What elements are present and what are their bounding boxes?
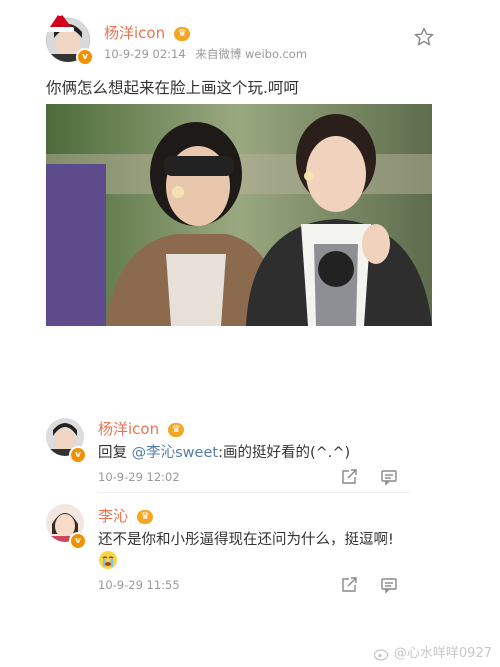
author-name[interactable]: 杨洋icon xyxy=(104,24,165,42)
watermark-text: @心水咩咩0927 xyxy=(393,646,492,661)
verified-icon: v xyxy=(69,532,87,550)
post-source[interactable]: 来自微博 weibo.com xyxy=(195,47,307,61)
weibo-logo-icon xyxy=(373,647,390,661)
post-photo[interactable] xyxy=(46,104,432,326)
mention-link[interactable]: @李沁sweet xyxy=(132,445,218,461)
member-crown-icon: ♛ xyxy=(137,509,154,524)
comment-icon[interactable] xyxy=(380,468,398,486)
post-text: 你俩怎么想起来在脸上画这个玩.呵呵 xyxy=(46,79,299,97)
comment-time: 10-9-29 12:02 xyxy=(98,470,180,484)
comment-icon[interactable] xyxy=(380,576,398,594)
comment-text: 回复 @李沁sweet:画的挺好看的(^.^) xyxy=(98,441,350,462)
comment-author-name[interactable]: 杨洋icon xyxy=(98,420,159,438)
member-crown-icon: ♛ xyxy=(174,26,191,41)
comment-divider xyxy=(98,492,410,493)
santa-hat-icon xyxy=(46,10,76,32)
share-icon[interactable] xyxy=(340,468,358,486)
comment-body: :画的挺好看的(^.^) xyxy=(218,445,351,461)
verified-icon: v xyxy=(69,446,87,464)
reply-prefix: 回复 xyxy=(98,445,132,461)
share-icon[interactable] xyxy=(340,576,358,594)
comment-text: 还不是你和小彤逼得现在还问为什么，挺逗啊! xyxy=(98,532,394,548)
comment-author-line: 杨洋icon ♛ xyxy=(98,418,185,439)
comment-time: 10-9-29 11:55 xyxy=(98,578,180,592)
author-line: 杨洋icon ♛ xyxy=(104,22,191,43)
verified-icon: v xyxy=(76,48,94,66)
post-meta: 10-9-29 02:14 来自微博 weibo.com xyxy=(104,46,307,62)
comment-author-line: 李沁 ♛ xyxy=(98,505,154,526)
post-time: 10-9-29 02:14 xyxy=(104,47,186,61)
watermark: @心水咩咩0927 xyxy=(373,642,492,661)
star-icon[interactable] xyxy=(414,27,434,47)
comment-author-name[interactable]: 李沁 xyxy=(98,507,128,525)
crying-emoji-icon xyxy=(98,550,118,570)
member-crown-icon: ♛ xyxy=(168,422,185,437)
